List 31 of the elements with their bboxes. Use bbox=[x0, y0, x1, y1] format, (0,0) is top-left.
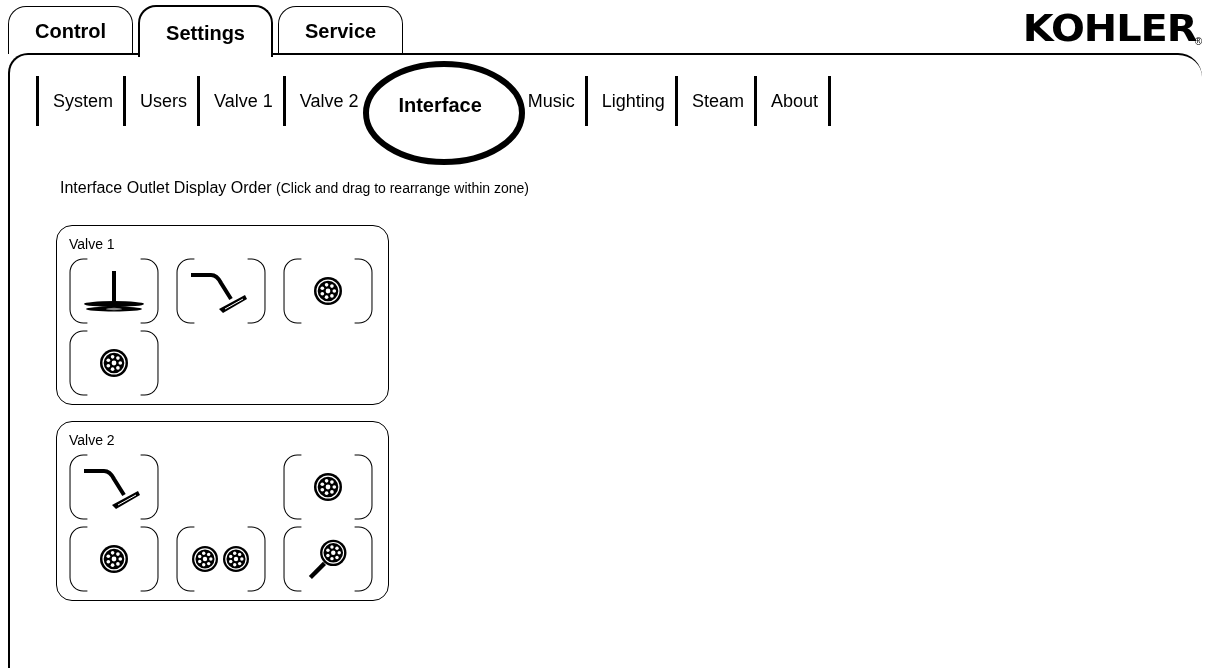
sub-tab[interactable]: System bbox=[39, 76, 123, 126]
body-spray-icon bbox=[313, 276, 343, 306]
outlet-tile[interactable] bbox=[69, 454, 159, 520]
outlet-tile[interactable] bbox=[69, 258, 159, 324]
registered-mark: ® bbox=[1194, 36, 1202, 47]
sub-tab[interactable]: Valve 2 bbox=[285, 76, 369, 126]
main-tab[interactable]: Settings bbox=[138, 5, 273, 57]
logo-wordmark: KOHLER bbox=[1023, 9, 1197, 47]
outlet-tile[interactable] bbox=[283, 454, 373, 520]
outlet-tile[interactable] bbox=[283, 258, 373, 324]
dual-body-spray-icon bbox=[191, 544, 251, 574]
sub-tab[interactable]: Users bbox=[126, 76, 198, 126]
section-heading: Interface Outlet Display Order (Click and drag to rearrange within zone) bbox=[60, 179, 530, 197]
outlet-tile[interactable] bbox=[176, 258, 266, 324]
body-spray-icon bbox=[99, 544, 129, 574]
zone-title: Valve 2 bbox=[69, 432, 116, 448]
rain-showerhead-icon bbox=[82, 269, 146, 313]
body-spray-icon bbox=[313, 472, 343, 502]
outlet-tile[interactable] bbox=[69, 526, 159, 592]
sub-tab[interactable]: Lighting bbox=[587, 76, 675, 126]
sub-tab[interactable]: About bbox=[756, 76, 828, 126]
outlet-tile[interactable] bbox=[69, 330, 159, 396]
sub-tab[interactable]: Steam bbox=[677, 76, 754, 126]
main-tab[interactable]: Service bbox=[278, 6, 404, 54]
body-spray-icon bbox=[99, 348, 129, 378]
sub-tab[interactable]: Valve 1 bbox=[200, 76, 283, 126]
outlet-tile[interactable] bbox=[283, 526, 373, 592]
main-tab[interactable]: Control bbox=[8, 6, 134, 54]
zone-title: Valve 1 bbox=[69, 236, 116, 252]
outlet-tile[interactable] bbox=[176, 526, 266, 592]
sub-tab[interactable]: Music bbox=[509, 76, 585, 126]
